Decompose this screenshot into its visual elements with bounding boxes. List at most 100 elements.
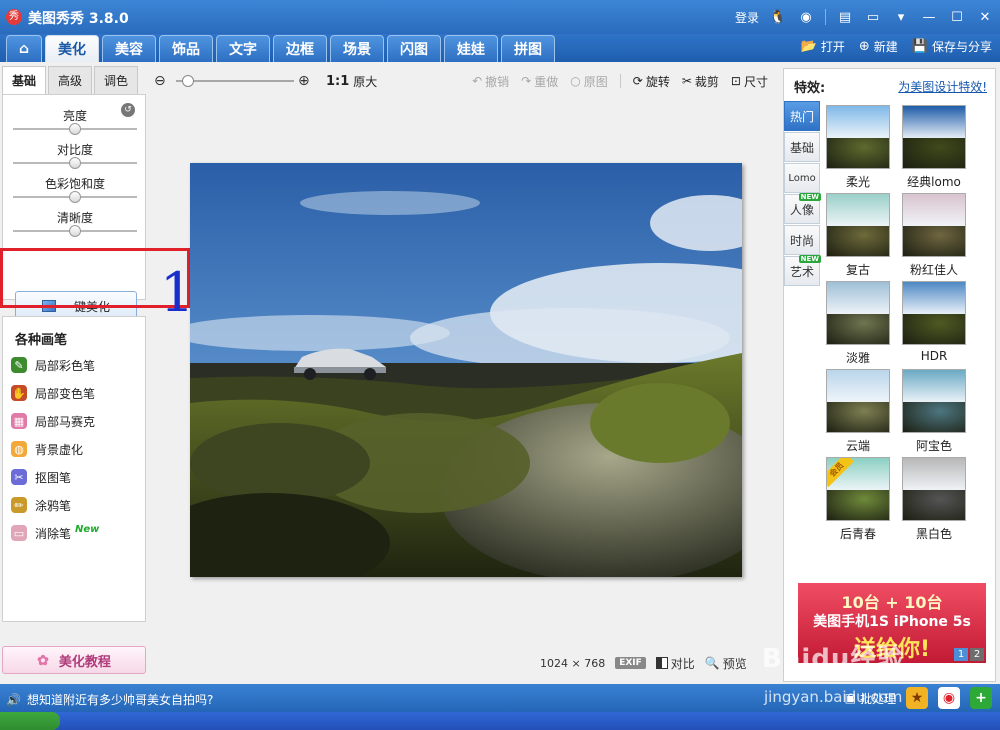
tab-3[interactable]: 文字 xyxy=(216,35,270,62)
effect-category[interactable]: Lomo xyxy=(784,163,820,193)
tab-4[interactable]: 边框 xyxy=(273,35,327,62)
effect-category[interactable]: 基础 xyxy=(784,132,820,162)
category-label: 时尚 xyxy=(789,233,814,248)
preview-button[interactable]: 🔍 预览 xyxy=(705,655,747,672)
exif-button[interactable]: EXIF xyxy=(615,657,646,669)
rotate-button[interactable]: ⟳ 旋转 xyxy=(633,73,670,90)
tutorial-button[interactable]: ✿ 美化教程 xyxy=(2,646,146,674)
brush-item[interactable]: ✎ 局部彩色笔 xyxy=(11,351,99,379)
effect-item[interactable]: 会员 后青春 xyxy=(826,457,890,545)
tab-actions: 📂 打开 ⊕ 新建 💾 保存与分享 xyxy=(801,38,992,55)
slider-thumb[interactable] xyxy=(69,225,81,237)
effect-item[interactable]: 柔光 xyxy=(826,105,890,193)
subtab-1[interactable]: 高级 xyxy=(48,66,92,94)
minimize-icon[interactable]: — xyxy=(920,8,938,26)
qq-icon[interactable]: 🐧 xyxy=(769,8,787,26)
design-effects-link[interactable]: 为美图设计特效! xyxy=(898,78,987,95)
tab-6[interactable]: 闪图 xyxy=(387,35,441,62)
open-button[interactable]: 📂 打开 xyxy=(801,38,845,55)
adjust-slider[interactable] xyxy=(13,157,137,169)
adjust-slider[interactable] xyxy=(13,123,137,135)
category-label: 热门 xyxy=(789,109,814,124)
effect-item[interactable]: 云端 xyxy=(826,369,890,457)
home-tab[interactable]: ⌂ xyxy=(6,35,42,62)
brush-item[interactable]: ✋ 局部变色笔 xyxy=(11,379,99,407)
original-button[interactable]: ○ 原图 xyxy=(570,73,608,90)
effect-item[interactable]: 黑白色 xyxy=(902,457,966,545)
effect-item[interactable]: 淡雅 xyxy=(826,281,890,369)
brush-section-title: 各种画笔 xyxy=(15,333,68,348)
new-button[interactable]: ⊕ 新建 xyxy=(859,38,898,55)
plus-circle-icon: ⊕ xyxy=(858,39,870,54)
effect-item[interactable]: 粉红佳人 xyxy=(902,193,966,281)
slider-thumb[interactable] xyxy=(69,191,81,203)
weibo-share-icon[interactable]: ◉ xyxy=(938,687,960,709)
status-message[interactable]: 🔊 想知道附近有多少帅哥美女自拍吗? xyxy=(6,691,213,708)
brush-item[interactable]: ✏ 涂鸦笔 xyxy=(11,491,99,519)
tab-2[interactable]: 饰品 xyxy=(159,35,213,62)
subtab-0[interactable]: 基础 xyxy=(2,66,46,94)
resize-button[interactable]: ⊡ 尺寸 xyxy=(731,73,768,90)
effect-label: 柔光 xyxy=(845,175,870,189)
skin-icon[interactable]: ▤ xyxy=(836,8,854,26)
canvas-photo[interactable] xyxy=(190,163,742,577)
star-icon[interactable]: ★ xyxy=(906,687,928,709)
effect-category[interactable]: 时尚 xyxy=(784,225,820,255)
tab-8[interactable]: 拼图 xyxy=(501,35,555,62)
close-icon[interactable]: ✕ xyxy=(976,8,994,26)
zoom-slider[interactable] xyxy=(176,75,294,87)
save-share-button[interactable]: 💾 保存与分享 xyxy=(912,38,992,55)
add-icon[interactable]: + xyxy=(970,687,992,709)
brush-item[interactable]: ✂ 抠图笔 xyxy=(11,463,99,491)
compare-button[interactable]: 对比 xyxy=(655,655,695,672)
tab-7[interactable]: 娃娃 xyxy=(444,35,498,62)
brush-item[interactable]: ▦ 局部马赛克 xyxy=(11,407,99,435)
brush-item[interactable]: ▭ 消除笔 New xyxy=(11,519,99,547)
feedback-icon[interactable]: ▭ xyxy=(864,8,882,26)
ad-pager: 12 xyxy=(954,648,984,661)
divider xyxy=(825,9,826,25)
effect-item[interactable]: 阿宝色 xyxy=(902,369,966,457)
effect-thumbnail xyxy=(902,281,966,345)
brush-list: ✎ 局部彩色笔 ✋ 局部变色笔 ▦ 局部马赛克 ◍ 背景虚化 ✂ 抠图笔 ✏ 涂鸦笔 ▭ 消除笔 New xyxy=(11,351,99,547)
menu-icon[interactable]: ▾ xyxy=(892,8,910,26)
speaker-icon: 🔊 xyxy=(6,692,21,707)
landscape-photo xyxy=(190,163,742,577)
main-tab-bar: ⌂ 美化 美容 饰品 文字 边框 场景 闪图 娃娃 拼图 📂 打开 ⊕ 新建 💾 保存与分享 xyxy=(0,34,1000,62)
effect-category[interactable]: 艺术 NEW xyxy=(784,255,821,286)
undo-button[interactable]: ↶ 撤销 xyxy=(472,73,509,90)
brush-label: 局部彩色笔 xyxy=(35,358,96,373)
effect-category[interactable]: 人像 NEW xyxy=(784,193,821,224)
tab-1[interactable]: 美容 xyxy=(102,35,156,62)
subtab-2[interactable]: 调色 xyxy=(94,66,138,94)
actual-size-button[interactable]: 1:1 原大 xyxy=(326,73,377,90)
slider-row: 清晰度 xyxy=(13,209,137,237)
zoom-slider-thumb[interactable] xyxy=(181,75,194,87)
app-logo: 秀 xyxy=(6,9,22,25)
maximize-icon[interactable]: ☐ xyxy=(948,8,966,26)
brush-icon: ✏ xyxy=(11,497,27,513)
login-link[interactable]: 登录 xyxy=(735,9,759,26)
ad-page[interactable]: 2 xyxy=(970,648,984,661)
zoom-in-icon[interactable]: ⊕ xyxy=(298,73,316,89)
redo-button[interactable]: ↷ 重做 xyxy=(521,73,558,90)
tab-5[interactable]: 场景 xyxy=(330,35,384,62)
ad-page[interactable]: 1 xyxy=(954,648,968,661)
tab-0[interactable]: 美化 xyxy=(45,35,99,62)
brush-item[interactable]: ◍ 背景虚化 xyxy=(11,435,99,463)
image-dimensions: 1024 × 768 xyxy=(540,656,606,670)
adjust-slider[interactable] xyxy=(13,225,137,237)
crop-button[interactable]: ✂ 裁剪 xyxy=(682,73,719,90)
effect-item[interactable]: HDR xyxy=(902,281,966,369)
adjust-slider[interactable] xyxy=(13,191,137,203)
slider-thumb[interactable] xyxy=(69,123,81,135)
weibo-icon[interactable]: ◉ xyxy=(797,8,815,26)
effect-thumbnail xyxy=(826,193,890,257)
start-button[interactable] xyxy=(0,712,60,730)
slider-thumb[interactable] xyxy=(69,157,81,169)
effect-item[interactable]: 经典lomo xyxy=(902,105,966,193)
effect-thumbnail xyxy=(826,369,890,433)
zoom-out-icon[interactable]: ⊖ xyxy=(154,73,172,89)
effect-category[interactable]: 热门 xyxy=(784,101,820,131)
effect-item[interactable]: 复古 xyxy=(826,193,890,281)
